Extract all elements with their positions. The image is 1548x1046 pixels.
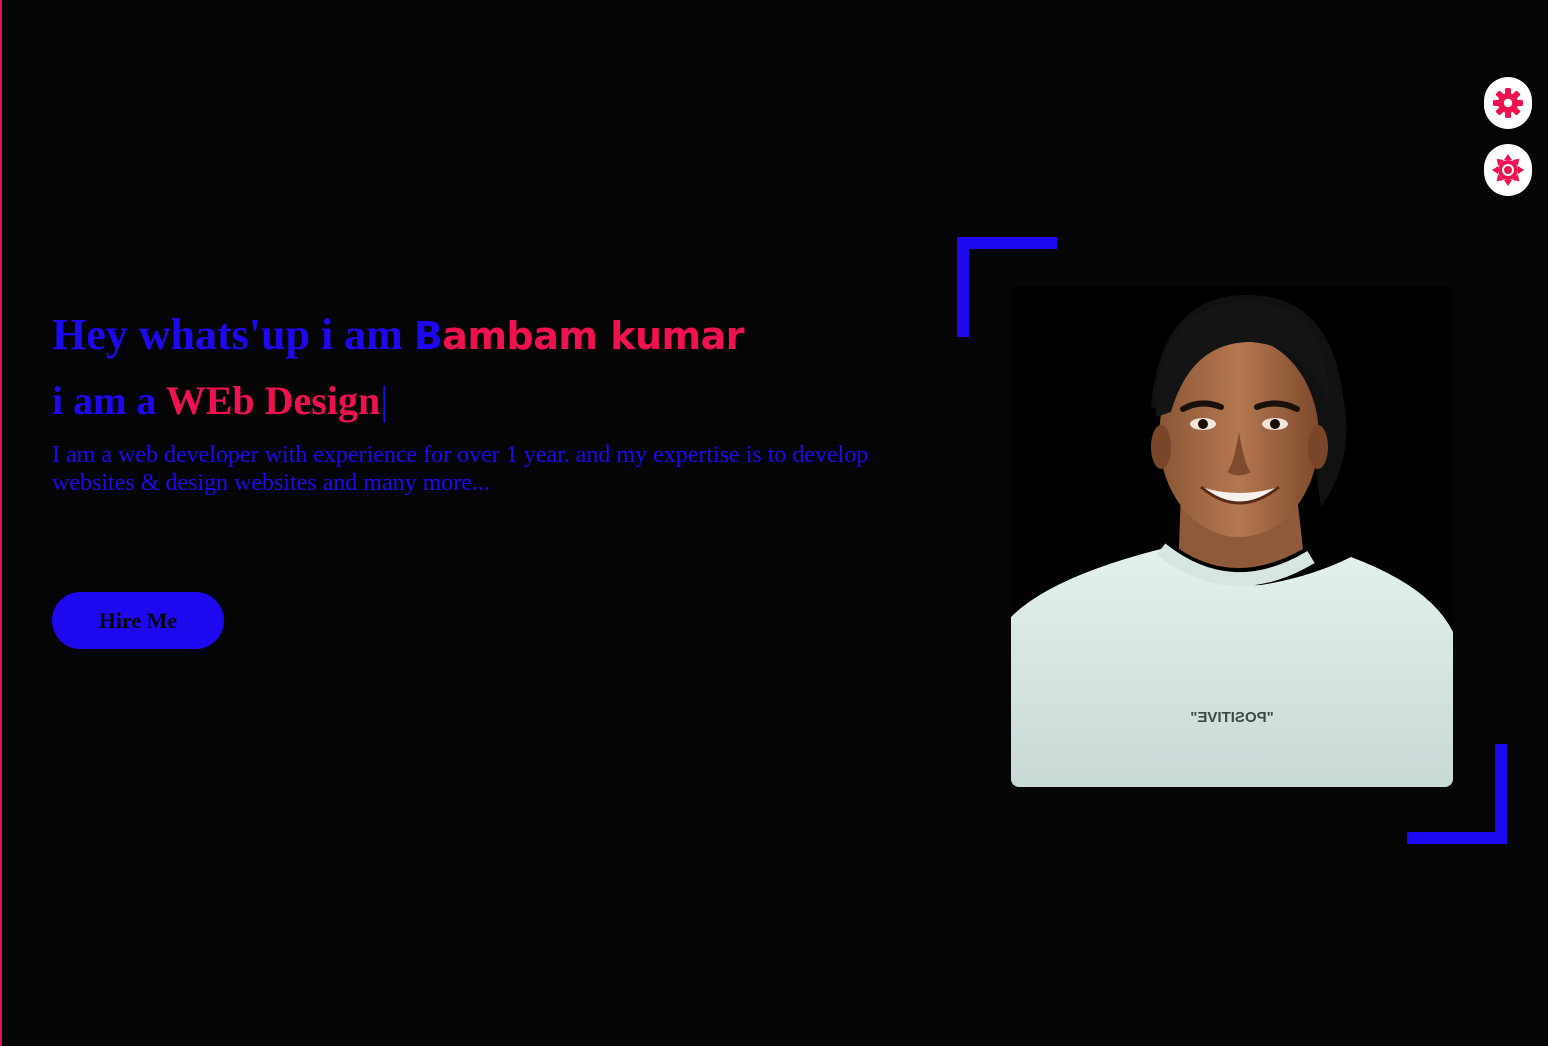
gear-icon [1493, 88, 1523, 118]
theme-toggle-button[interactable] [1484, 144, 1532, 196]
corner-bracket-top-left [957, 237, 1057, 249]
hire-me-button[interactable]: Hire Me [52, 592, 224, 649]
role-prefix: i am a [52, 378, 166, 423]
typing-caret: | [380, 378, 389, 423]
hero-description: I am a web developer with experience for… [52, 442, 869, 496]
settings-button[interactable] [1484, 77, 1532, 129]
role-line: i am a WEb Design| [52, 377, 932, 425]
name-first-letter: B [413, 314, 443, 358]
corner-bracket-top-left [957, 237, 969, 337]
hero-section: Hey whats'up i am Bambam kumar i am a WE… [52, 306, 932, 497]
sun-icon [1492, 154, 1524, 186]
profile-photo: "POSITIVE" [1011, 287, 1453, 787]
name-rest: ambam kumar [442, 314, 745, 358]
role-typed-text: WEb Design [165, 378, 381, 423]
owner-name: Bambam kumar [413, 314, 745, 358]
profile-photo-illustration: "POSITIVE" [1011, 287, 1453, 787]
left-edge-accent [0, 0, 2, 1046]
shirt-print-text: "POSITIVE" [1190, 709, 1273, 726]
corner-bracket-bottom-right [1407, 832, 1507, 844]
hero-heading: Hey whats'up i am Bambam kumar [52, 306, 932, 365]
corner-bracket-bottom-right [1495, 744, 1507, 844]
greeting-text: Hey whats'up i am [52, 310, 414, 359]
